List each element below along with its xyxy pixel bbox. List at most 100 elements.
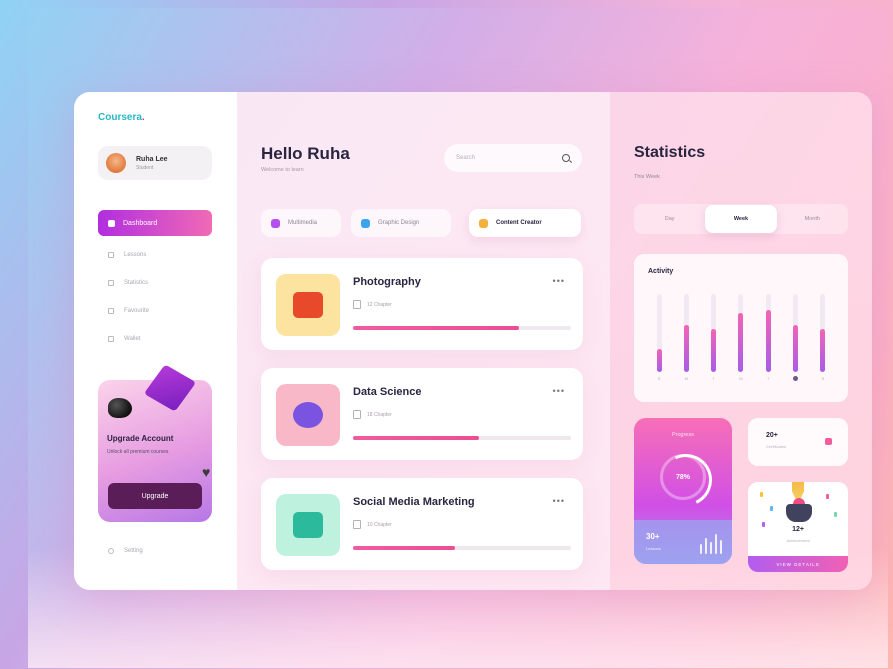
mini-bar-chart — [700, 534, 722, 554]
search-icon[interactable] — [562, 154, 570, 162]
activity-bar[interactable]: M — [675, 294, 697, 382]
certificates-label: Certificates — [766, 444, 787, 449]
sidebar-item-favourite[interactable]: Favourite — [108, 308, 149, 314]
activity-bars: SMTWTFS — [648, 294, 834, 382]
achievement-card[interactable]: 12+ Achievement VIEW DETAILS — [748, 482, 848, 572]
sidebar-item-setting[interactable]: Setting — [108, 548, 143, 554]
chip-label: Content Creator — [496, 220, 542, 226]
activity-bar-fill — [656, 349, 662, 372]
course-thumbnail — [276, 494, 340, 556]
gear-icon — [108, 548, 114, 554]
course-title: Photography — [353, 276, 421, 288]
activity-bar[interactable]: W — [730, 294, 752, 382]
activity-bar[interactable]: T — [703, 294, 725, 382]
statistics-panel: Statistics This Week Day Week Month Acti… — [610, 92, 872, 590]
search-placeholder: Search — [456, 155, 476, 161]
activity-bar-track — [683, 294, 689, 372]
activity-bar-track — [738, 294, 744, 372]
upgrade-title: Upgrade Account — [107, 434, 174, 443]
course-card-photography[interactable]: Photography 12 Chapter ••• — [261, 258, 583, 350]
activity-chart-card: Activity S M T W T F S — [634, 254, 848, 402]
progress-card-footer: 30+ Lessons — [634, 520, 732, 564]
heart-icon — [108, 308, 114, 314]
activity-bar[interactable]: T — [757, 294, 779, 382]
page-subtitle: Welcome to learn — [261, 167, 304, 173]
activity-bar-label: T — [712, 376, 715, 381]
wallet-icon — [108, 336, 114, 342]
course-progress-fill — [353, 326, 519, 330]
upgrade-description: Unlock all premium courses — [107, 449, 169, 455]
profile-card[interactable]: Ruha Lee Student — [98, 146, 212, 180]
activity-bar[interactable]: F — [785, 294, 807, 382]
achievement-label: Achievement — [786, 538, 810, 543]
sidebar-item-dashboard[interactable]: Dashboard — [98, 210, 212, 236]
activity-bar-label: S — [657, 376, 661, 381]
logo-text: Coursera — [98, 112, 142, 123]
profile-role: Student — [136, 164, 154, 171]
course-card-social-media-marketing[interactable]: Social Media Marketing 10 Chapter ••• — [261, 478, 583, 570]
tab-day[interactable]: Day — [634, 205, 705, 233]
sidebar: Coursera. Ruha Lee Student Dashboard Les… — [74, 92, 237, 590]
certificates-card[interactable]: 20+ Certificates — [748, 418, 848, 466]
sidebar-item-lessons[interactable]: Lessons — [108, 252, 146, 258]
chat-bubble-icon — [293, 512, 323, 538]
more-icon[interactable]: ••• — [553, 386, 565, 396]
chip-content-creator[interactable]: Content Creator — [469, 209, 581, 237]
sidebar-item-statistics[interactable]: Statistics — [108, 280, 148, 286]
progress-ring-value: 78% — [675, 474, 690, 481]
profile-name: Ruha Lee — [136, 155, 168, 163]
sidebar-item-label: Setting — [124, 548, 143, 554]
more-icon[interactable]: ••• — [553, 276, 565, 286]
search-input[interactable]: Search — [444, 144, 582, 172]
course-progress — [353, 546, 571, 550]
lessons-label: Lessons — [646, 546, 661, 551]
tab-week[interactable]: Week — [705, 205, 777, 233]
activity-title: Activity — [648, 268, 674, 275]
mini-bar — [705, 538, 707, 554]
trophy-icon — [786, 504, 812, 522]
course-progress-fill — [353, 546, 456, 550]
chip-multimedia[interactable]: Multimedia — [261, 209, 341, 237]
app-logo[interactable]: Coursera. — [98, 112, 145, 123]
mini-bar — [700, 544, 702, 554]
more-icon[interactable]: ••• — [553, 496, 565, 506]
activity-bar-track — [765, 294, 771, 372]
course-card-data-science[interactable]: Data Science 18 Chapter ••• — [261, 368, 583, 460]
pie-chart-icon — [293, 402, 323, 428]
view-details-button[interactable]: VIEW DETAILS — [748, 556, 848, 572]
tab-month[interactable]: Month — [777, 205, 848, 233]
design-icon — [361, 218, 370, 228]
main-content: Hello Ruha Welcome to learn Search Multi… — [237, 92, 610, 590]
certificate-icon — [825, 438, 832, 445]
heart-decoration-icon: ♥ — [202, 464, 211, 480]
statistics-title: Statistics — [634, 144, 706, 161]
sidebar-item-label: Dashboard — [123, 219, 158, 227]
course-title: Data Science — [353, 386, 422, 398]
chapter-count: 12 Chapter — [367, 301, 392, 308]
sidebar-item-label: Statistics — [124, 280, 149, 286]
course-thumbnail — [276, 274, 340, 336]
activity-bar[interactable]: S — [648, 294, 670, 382]
chip-graphic-design[interactable]: Graphic Design — [351, 209, 451, 237]
chapter-count: 18 Chapter — [367, 411, 392, 418]
activity-bar-fill — [738, 313, 744, 372]
confetti-piece — [770, 506, 773, 511]
course-progress-fill — [353, 436, 480, 440]
chapter-count: 10 Chapter — [367, 521, 392, 528]
sidebar-item-wallet[interactable]: Wallet — [108, 336, 140, 342]
mini-bar — [710, 542, 712, 554]
activity-bar-fill — [820, 329, 826, 372]
logo-dot: . — [141, 112, 145, 123]
course-meta: 18 Chapter — [353, 410, 392, 419]
activity-bar-fill — [711, 329, 717, 372]
statistics-subtitle: This Week — [634, 174, 660, 180]
chip-label: Graphic Design — [378, 220, 420, 226]
upgrade-button[interactable]: Upgrade — [108, 483, 202, 509]
progress-card[interactable]: Progress 78% 30+ Lessons — [634, 418, 732, 564]
activity-bar-track — [656, 294, 662, 372]
course-meta: 12 Chapter — [353, 300, 392, 309]
mini-bar — [715, 534, 717, 554]
activity-bar[interactable]: S — [812, 294, 834, 382]
activity-bar-label: M — [684, 376, 688, 381]
book-icon — [108, 252, 114, 258]
